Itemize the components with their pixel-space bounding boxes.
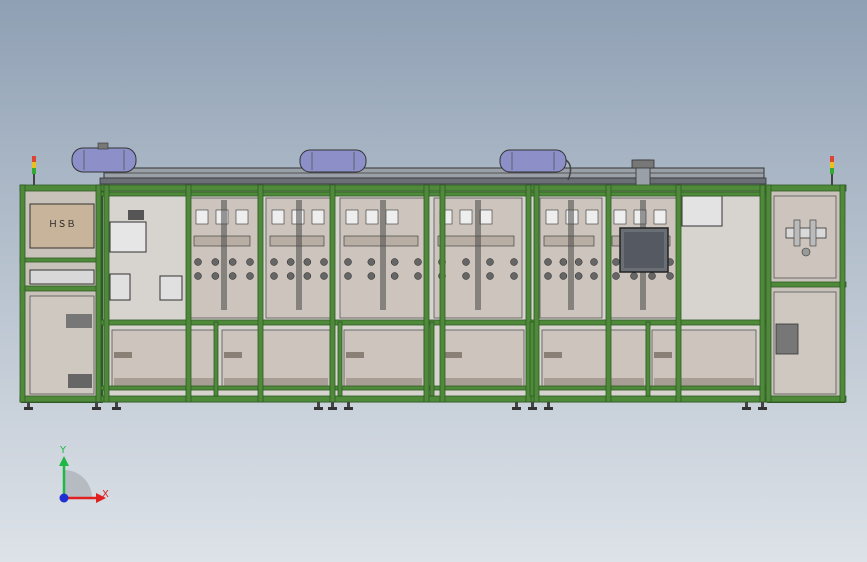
frame-post (257, 184, 264, 403)
station-panel (339, 197, 427, 319)
lower-bay (441, 329, 525, 389)
frame-post (533, 184, 540, 403)
frame-post (675, 184, 682, 403)
station-panel (433, 197, 523, 319)
overhead-rail (99, 167, 767, 185)
lower-bay (343, 329, 425, 389)
frame-post (765, 184, 772, 403)
right-cabinet (767, 185, 845, 403)
frame-post (645, 321, 651, 397)
axis-y-label: Y (59, 445, 67, 456)
machine-drawing: ＨＳＢ Y X (19, 142, 847, 503)
cad-viewport[interactable]: ＨＳＢ Y X (0, 0, 867, 562)
lower-bay (221, 329, 331, 389)
air-tank (299, 149, 367, 173)
frame-post (529, 321, 535, 397)
signal-tower-left (32, 156, 36, 186)
frame-post (605, 184, 612, 403)
left-cabinet-label: ＨＳＢ (48, 220, 75, 230)
frame-post (329, 184, 336, 403)
frame-post (95, 184, 102, 403)
left-cabinet (21, 185, 103, 403)
leveling-feet (24, 402, 767, 410)
hmi-screen (619, 227, 669, 273)
signal-tower-right (830, 156, 834, 186)
frame-post (213, 321, 219, 397)
station-panel (539, 197, 603, 319)
frame-beam (19, 257, 101, 263)
frame-post (429, 321, 435, 397)
junction-box (681, 195, 723, 227)
frame-post (839, 184, 846, 403)
frame-post (103, 184, 110, 403)
axis-x-label: X (102, 489, 109, 500)
lower-bay (111, 329, 217, 389)
station-panel (189, 197, 259, 319)
frame-post (337, 321, 343, 397)
frame-beam (99, 191, 771, 197)
frame-beam (99, 385, 771, 391)
lower-bay (541, 329, 647, 389)
frame-beam (99, 319, 771, 326)
frame-post (19, 184, 26, 403)
frame-beam (19, 285, 101, 292)
frame-post (759, 184, 766, 403)
station-panel (265, 197, 333, 319)
frame-beam (765, 281, 847, 288)
frame-post (423, 184, 430, 403)
frame-beam (19, 395, 847, 403)
frame-beam (19, 184, 847, 192)
air-tank (71, 142, 137, 173)
frame-post (439, 184, 446, 403)
frame-post (185, 184, 192, 403)
lower-bay (651, 329, 757, 389)
axis-triad (59, 456, 106, 503)
